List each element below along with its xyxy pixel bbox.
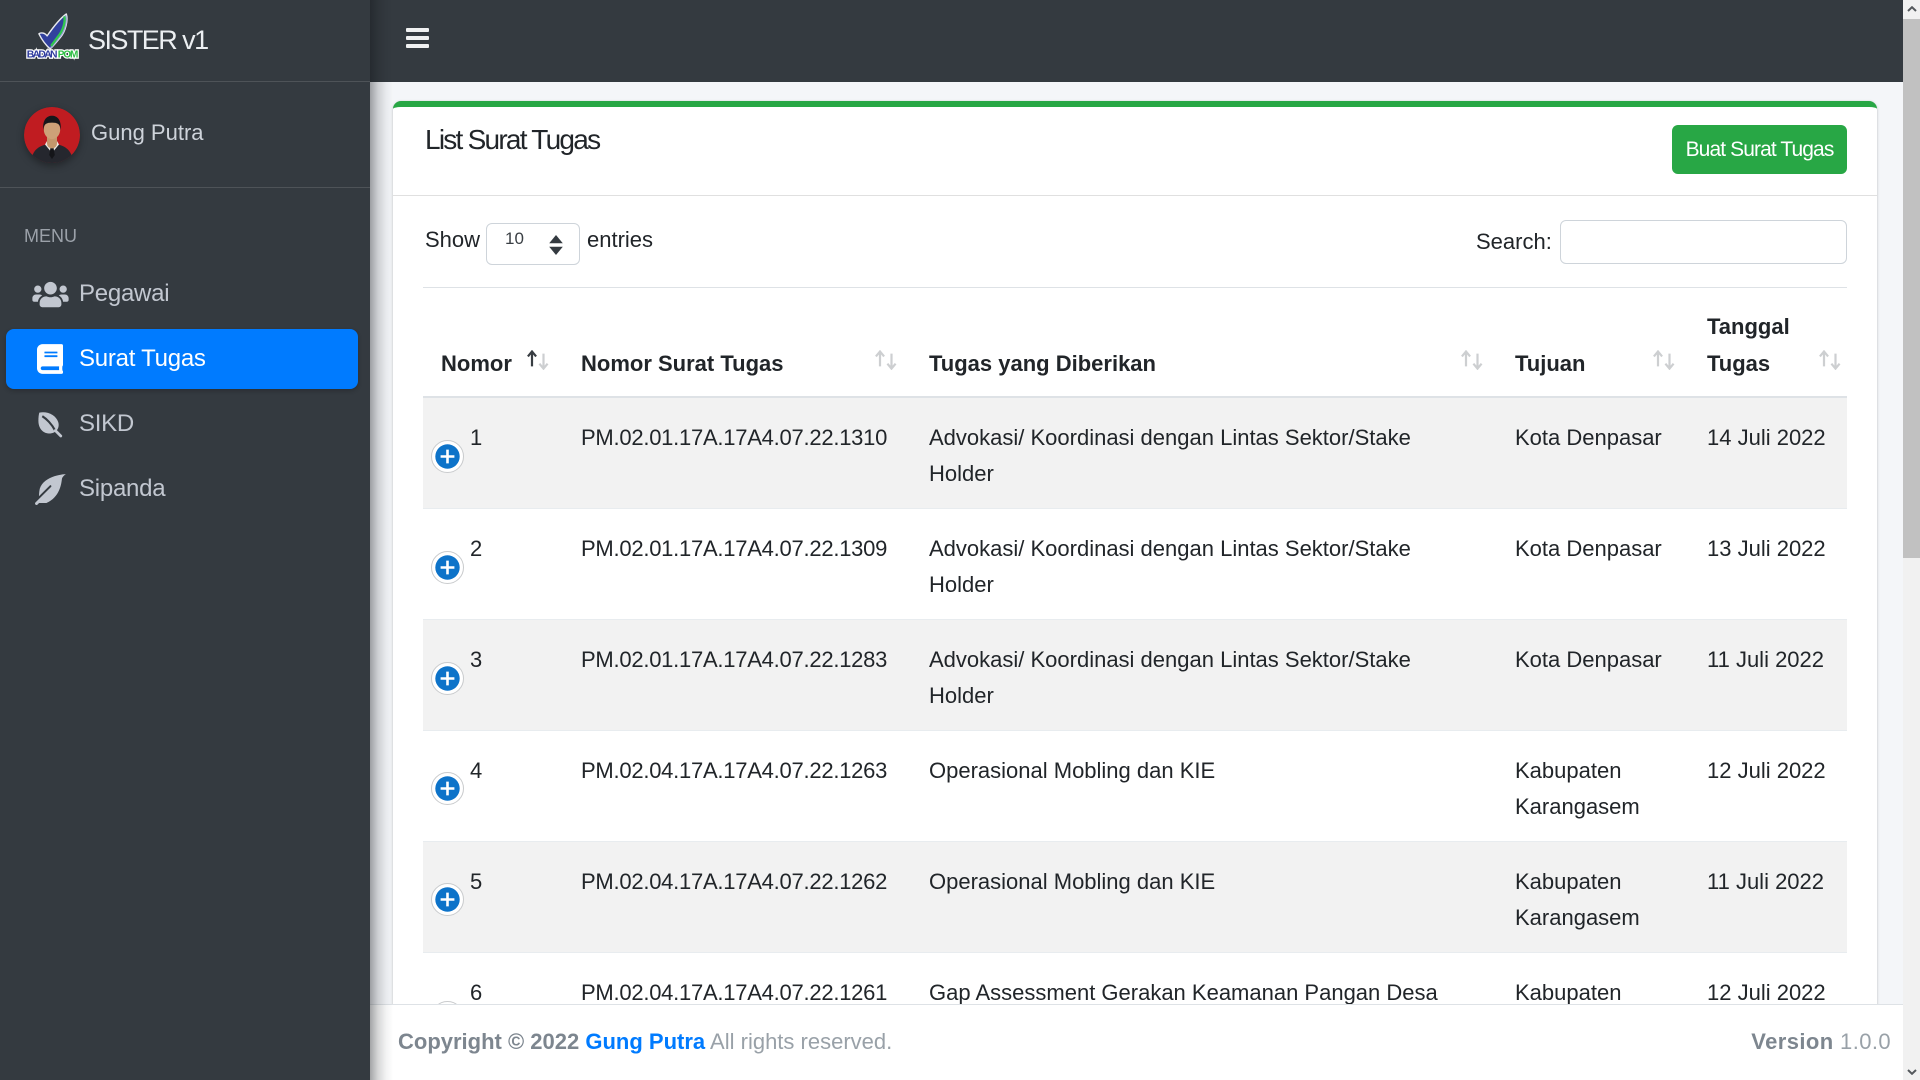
svg-text:POM: POM bbox=[58, 50, 78, 61]
svg-text:BADAN: BADAN bbox=[27, 50, 57, 61]
